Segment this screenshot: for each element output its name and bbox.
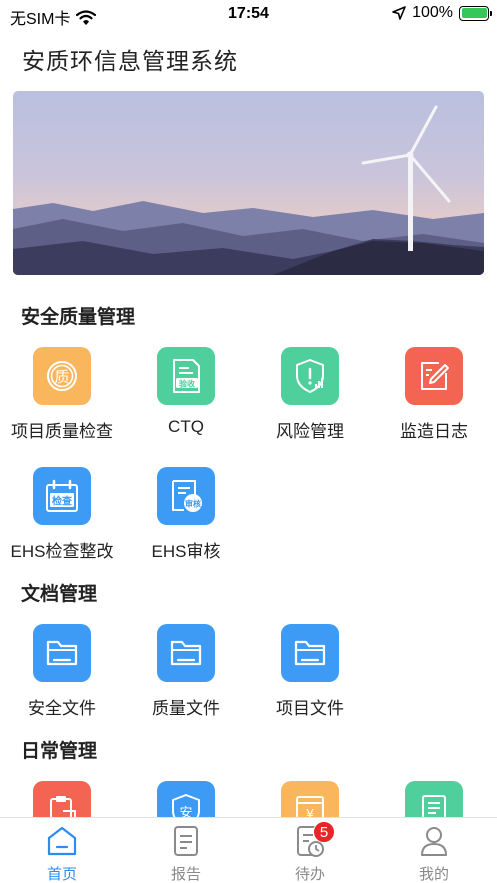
battery-icon bbox=[459, 5, 492, 21]
folder-icon bbox=[157, 624, 215, 682]
tile-label: 安全文件 bbox=[28, 699, 96, 718]
home-icon bbox=[45, 824, 79, 858]
acceptance-doc-icon: 验收 bbox=[157, 347, 215, 405]
tile-ehs-inspection[interactable]: 检查 EHS检查整改 bbox=[0, 467, 124, 562]
tab-label: 待办 bbox=[294, 866, 325, 883]
edit-log-icon bbox=[405, 347, 463, 405]
tab-profile[interactable]: 我的 bbox=[372, 824, 496, 883]
status-right: 100% bbox=[392, 4, 492, 22]
battery-percent: 100% bbox=[412, 4, 453, 21]
tile-risk-management[interactable]: 风险管理 bbox=[248, 347, 372, 442]
tab-label: 报告 bbox=[170, 866, 201, 883]
section-title-docs: 文档管理 bbox=[21, 584, 98, 605]
svg-text:验收: 验收 bbox=[179, 379, 195, 389]
tile-label: 项目质量检查 bbox=[11, 422, 113, 441]
tile-label: 项目文件 bbox=[276, 699, 344, 718]
status-bar: 无SIM卡 17:54 100% bbox=[0, 0, 497, 30]
tile-label: CTQ bbox=[168, 417, 204, 436]
tile-project-files[interactable]: 项目文件 bbox=[248, 624, 372, 719]
svg-text:质: 质 bbox=[54, 368, 69, 386]
battery-fill bbox=[461, 8, 487, 18]
tile-label: EHS审核 bbox=[151, 542, 221, 561]
tab-todo[interactable]: 5 待办 bbox=[248, 821, 372, 883]
tile-project-quality-check[interactable]: 质 项目质量检查 bbox=[0, 347, 124, 442]
page-title: 安质环信息管理系统 bbox=[22, 48, 238, 74]
tile-label: 质量文件 bbox=[152, 699, 220, 718]
risk-shield-icon bbox=[281, 347, 339, 405]
tab-label: 我的 bbox=[418, 866, 449, 883]
tile-label: 风险管理 bbox=[276, 422, 344, 441]
tile-label: 监造日志 bbox=[400, 422, 468, 441]
tile-safety-files[interactable]: 安全文件 bbox=[0, 624, 124, 719]
audit-doc-icon: 审核 bbox=[157, 467, 215, 525]
tab-label: 首页 bbox=[46, 866, 77, 883]
report-icon bbox=[169, 824, 203, 858]
location-arrow-icon bbox=[392, 6, 406, 20]
tab-report[interactable]: 报告 bbox=[124, 824, 248, 883]
section-title-daily: 日常管理 bbox=[21, 741, 98, 762]
todo-count-badge: 5 bbox=[313, 821, 335, 843]
tab-home[interactable]: 首页 bbox=[0, 824, 124, 883]
todo-icon: 5 bbox=[293, 821, 335, 858]
tile-ehs-audit[interactable]: 审核 EHS审核 bbox=[124, 467, 248, 562]
svg-text:检查: 检查 bbox=[52, 495, 73, 508]
tile-label: EHS检查整改 bbox=[10, 542, 114, 561]
tile-supervision-log[interactable]: 监造日志 bbox=[372, 347, 496, 442]
wind-turbine-landscape-illustration bbox=[13, 91, 484, 275]
folder-icon bbox=[281, 624, 339, 682]
profile-icon bbox=[417, 824, 451, 858]
inspection-calendar-icon: 检查 bbox=[33, 467, 91, 525]
folder-icon bbox=[33, 624, 91, 682]
svg-text:审核: 审核 bbox=[185, 499, 201, 509]
bottom-tab-bar: 首页 报告 5 待办 我的 bbox=[0, 817, 497, 883]
section-title-quality: 安全质量管理 bbox=[21, 307, 136, 328]
quality-badge-icon: 质 bbox=[33, 347, 91, 405]
tile-quality-files[interactable]: 质量文件 bbox=[124, 624, 248, 719]
tile-ctq[interactable]: 验收 CTQ bbox=[124, 347, 248, 437]
banner-image[interactable] bbox=[13, 91, 484, 275]
